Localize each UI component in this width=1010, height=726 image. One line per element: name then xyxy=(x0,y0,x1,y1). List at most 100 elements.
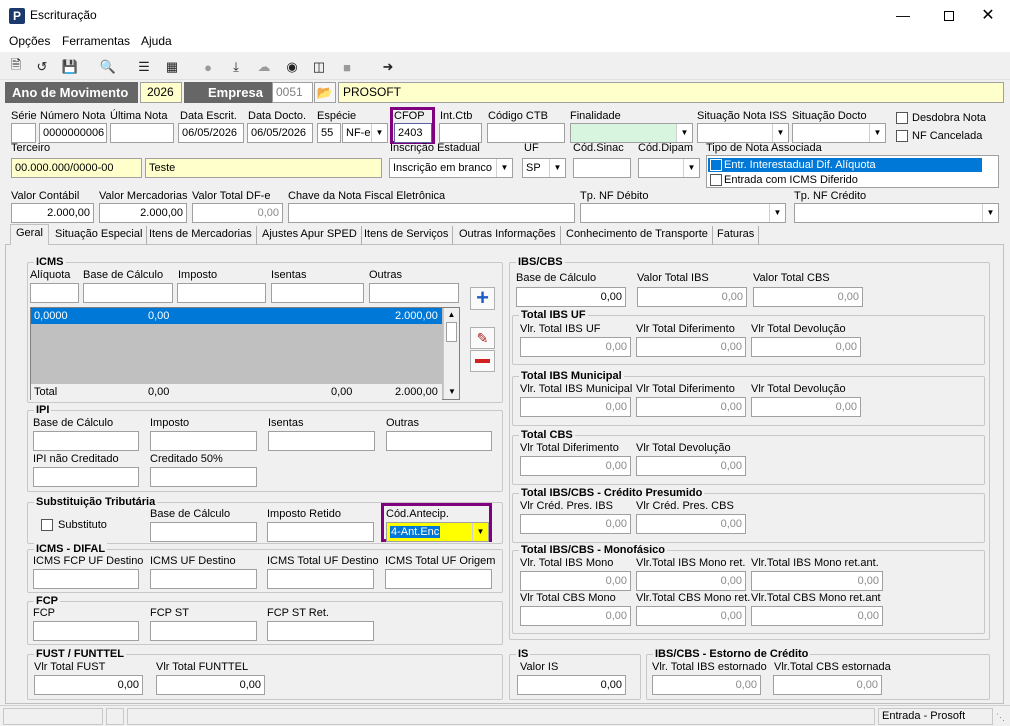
mono-ibs-input[interactable]: 0,00 xyxy=(520,571,631,591)
cbs-dif-input[interactable]: 0,00 xyxy=(520,456,631,476)
codsinac-input[interactable] xyxy=(573,158,631,178)
icms-base-input[interactable] xyxy=(83,283,173,303)
ibscbs-cbs-input[interactable]: 0,00 xyxy=(753,287,863,307)
ibs-mun-total-input[interactable]: 0,00 xyxy=(520,397,631,417)
difal-total-destino-input[interactable] xyxy=(267,569,374,589)
folder-icon[interactable]: 📂 xyxy=(314,82,336,103)
mono-cbs-ret-ant-input[interactable]: 0,00 xyxy=(751,606,883,626)
valor-dfe-input[interactable]: 0,00 xyxy=(192,203,283,223)
mono-cbs-input[interactable]: 0,00 xyxy=(520,606,631,626)
valor-merc-input[interactable]: 2.000,00 xyxy=(99,203,187,223)
new-document-icon[interactable]: 🗎 xyxy=(6,57,26,77)
ultima-nota-input[interactable] xyxy=(110,123,174,143)
ibs-uf-total-input[interactable]: 0,00 xyxy=(520,337,631,357)
tab-ajustes-apur-sped[interactable]: Ajustes Apur SPED xyxy=(258,226,362,245)
tab-geral[interactable]: Geral xyxy=(10,224,49,245)
cod-antecip-select[interactable]: 4-Ant.Enc ▼ xyxy=(386,522,489,542)
tab-itens-servicos[interactable]: Itens de Serviços xyxy=(360,226,454,245)
resize-grip-icon[interactable]: ⋱ xyxy=(996,712,1005,723)
tab-outras-informacoes[interactable]: Outras Informações xyxy=(455,226,561,245)
icms-outras-input[interactable] xyxy=(369,283,459,303)
filter-icon[interactable]: ▦ xyxy=(162,57,182,77)
terceiro-nome-input[interactable]: Teste xyxy=(145,158,382,178)
tab-itens-mercadorias[interactable]: Itens de Mercadorias xyxy=(145,226,257,245)
fcp-st-ret-input[interactable] xyxy=(267,621,374,641)
is-input[interactable]: 0,00 xyxy=(517,675,626,695)
menu-ajuda[interactable]: Ajuda xyxy=(141,35,172,48)
uf-select[interactable]: SP ▼ xyxy=(522,158,566,178)
difal-fcp-input[interactable] xyxy=(33,569,139,589)
undo-icon[interactable]: ↺ xyxy=(32,57,52,77)
ipi-base-input[interactable] xyxy=(33,431,139,451)
difal-uf-destino-input[interactable] xyxy=(150,569,257,589)
tab-situacao-especial[interactable]: Situação Especial xyxy=(51,226,148,245)
tree-list-icon[interactable]: ☰ xyxy=(134,57,154,77)
remove-button[interactable] xyxy=(470,350,495,372)
codctb-input[interactable] xyxy=(487,123,565,143)
icms-aliquota-input[interactable] xyxy=(30,283,79,303)
ipi-nao-creditado-input[interactable] xyxy=(33,467,139,487)
ipi-creditado-input[interactable] xyxy=(150,467,257,487)
icms-grid[interactable]: 0,0000 0,00 2.000,00 Total 0,00 0,00 2.0… xyxy=(30,307,460,400)
ipi-outras-input[interactable] xyxy=(386,431,492,451)
tp-debito-select[interactable]: ▼ xyxy=(580,203,786,223)
cbs-dev-input[interactable]: 0,00 xyxy=(636,456,746,476)
exit-icon[interactable]: ➜ xyxy=(378,57,398,77)
ibs-uf-dev-input[interactable]: 0,00 xyxy=(751,337,861,357)
estorno-cbs-input[interactable]: 0,00 xyxy=(773,675,882,695)
ipi-isentas-input[interactable] xyxy=(268,431,375,451)
situacao-iss-select[interactable]: ▼ xyxy=(697,123,789,143)
tipo-nota-item-selected[interactable]: Entr. Interestadual Dif. Alíquota xyxy=(708,158,982,172)
tab-conhecimento-transporte[interactable]: Conhecimento de Transporte xyxy=(562,226,713,245)
funttel-input[interactable]: 0,00 xyxy=(156,675,265,695)
fcp-st-input[interactable] xyxy=(150,621,257,641)
print-preview-icon[interactable]: 🔍 xyxy=(98,57,118,77)
tab-faturas[interactable]: Faturas xyxy=(713,226,760,245)
ipi-imposto-input[interactable] xyxy=(150,431,257,451)
cib-icon[interactable]: ◉ xyxy=(282,57,302,77)
st-base-input[interactable] xyxy=(150,522,257,542)
save-icon[interactable]: 💾 xyxy=(60,57,80,77)
cred-pres-ibs-input[interactable]: 0,00 xyxy=(520,514,631,534)
intctb-input[interactable] xyxy=(439,123,482,143)
add-button[interactable]: + xyxy=(470,287,495,310)
chevron-up-icon[interactable]: ▲ xyxy=(444,308,459,322)
edit-button[interactable]: ✎ xyxy=(470,327,495,349)
icms-isentas-input[interactable] xyxy=(271,283,364,303)
blank-icon[interactable]: ■ xyxy=(337,57,357,77)
ibscbs-ibs-input[interactable]: 0,00 xyxy=(637,287,747,307)
tipo-nota-checkbox-2[interactable] xyxy=(710,174,722,186)
close-icon[interactable]: ✕ xyxy=(966,0,1010,32)
terceiro-cnpj-input[interactable]: 00.000.000/0000-00 xyxy=(11,158,142,178)
mono-ibs-ret-ant-input[interactable]: 0,00 xyxy=(751,571,883,591)
cloud-icon[interactable]: ☁ xyxy=(254,57,274,77)
scroll-thumb[interactable] xyxy=(446,322,457,342)
fcp-input[interactable] xyxy=(33,621,139,641)
mono-ibs-ret-input[interactable]: 0,00 xyxy=(636,571,746,591)
finalidade-select[interactable]: ▼ xyxy=(570,123,693,143)
nf-cancelada-checkbox[interactable] xyxy=(896,130,908,142)
chevron-down-icon[interactable]: ▼ xyxy=(444,385,460,399)
ano-value[interactable]: 2026 xyxy=(140,82,182,103)
tipo-nota-list[interactable]: Entr. Interestadual Dif. Alíquota Entrad… xyxy=(706,155,999,188)
valor-contabil-input[interactable]: 2.000,00 xyxy=(11,203,94,223)
estorno-ibs-input[interactable]: 0,00 xyxy=(652,675,761,695)
situacao-docto-select[interactable]: ▼ xyxy=(792,123,886,143)
substituto-checkbox[interactable] xyxy=(41,519,53,531)
ibs-mun-dif-input[interactable]: 0,00 xyxy=(636,397,746,417)
table-row[interactable]: 0,0000 0,00 2.000,00 xyxy=(31,308,442,324)
chave-input[interactable] xyxy=(288,203,575,223)
especie-code-input[interactable]: 55 xyxy=(317,123,341,143)
apple-icon[interactable]: ● xyxy=(198,57,218,77)
data-docto-input[interactable]: 06/05/2026 xyxy=(247,123,313,143)
mono-cbs-ret-input[interactable]: 0,00 xyxy=(636,606,746,626)
numero-nota-input[interactable]: 0000000006 xyxy=(39,123,107,143)
cfop-input[interactable]: 2403 xyxy=(394,123,432,143)
icms-imposto-input[interactable] xyxy=(177,283,266,303)
grid-scrollbar[interactable]: ▲ ▼ xyxy=(443,308,459,399)
panel-icon[interactable]: ◫ xyxy=(309,57,329,77)
ibs-uf-dif-input[interactable]: 0,00 xyxy=(636,337,746,357)
inscricao-select[interactable]: Inscrição em branco ▼ xyxy=(389,158,513,178)
minimize-icon[interactable]: — xyxy=(880,0,926,32)
tipo-nota-checkbox-1[interactable] xyxy=(710,159,722,171)
